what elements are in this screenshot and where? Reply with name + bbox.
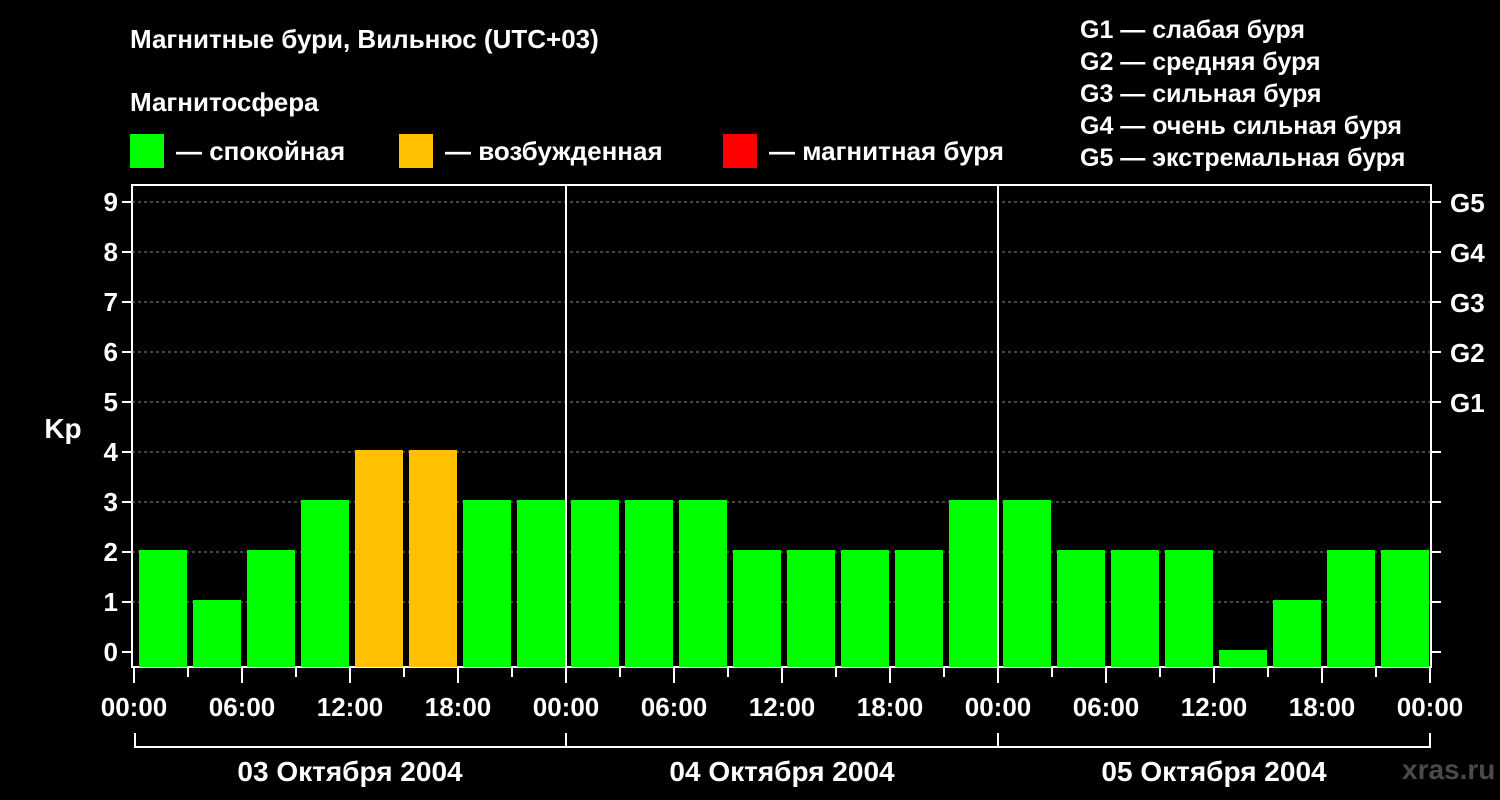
storm-level-axis-label: G5 [1450, 188, 1485, 218]
kp-bar [733, 550, 781, 667]
kp-bar [1111, 550, 1159, 667]
y-tick-label: 6 [104, 337, 118, 367]
kp-bar [247, 550, 295, 667]
kp-bar [679, 500, 727, 667]
y-tick-label: 2 [104, 537, 118, 567]
x-tick-label: 12:00 [1181, 692, 1248, 722]
x-tick-label: 06:00 [641, 692, 708, 722]
day-label: 04 Октября 2004 [669, 756, 895, 787]
kp-bar [193, 600, 241, 667]
storm-level-axis-label: G2 [1450, 338, 1485, 368]
x-tick-label: 00:00 [965, 692, 1032, 722]
kp-bar [1219, 650, 1267, 667]
y-tick-label: 8 [104, 237, 118, 267]
x-tick-label: 06:00 [209, 692, 276, 722]
y-tick-label: 3 [104, 487, 118, 517]
y-tick-label: 5 [104, 387, 118, 417]
kp-bar [895, 550, 943, 667]
y-tick-label: 9 [104, 187, 118, 217]
kp-bar [841, 550, 889, 667]
kp-bar [409, 450, 457, 667]
x-tick-label: 12:00 [317, 692, 384, 722]
watermark: xras.ru [1402, 754, 1496, 785]
y-tick-label: 0 [104, 637, 118, 667]
day-label: 05 Октября 2004 [1101, 756, 1327, 787]
kp-bar [301, 500, 349, 667]
y-tick-label: 1 [104, 587, 118, 617]
kp-bar [571, 500, 619, 667]
kp-bar [1381, 550, 1429, 667]
kp-bar [1273, 600, 1321, 667]
x-tick-label: 00:00 [101, 692, 168, 722]
x-tick-label: 12:00 [749, 692, 816, 722]
x-tick-label: 18:00 [1289, 692, 1356, 722]
kp-bar [1327, 550, 1375, 667]
kp-bar [517, 500, 565, 667]
storm-level-axis-label: G1 [1450, 388, 1485, 418]
kp-bar [139, 550, 187, 667]
storm-level-axis-label: G3 [1450, 288, 1485, 318]
y-axis-label: Kp [44, 413, 81, 444]
kp-bar [625, 500, 673, 667]
storm-level-axis-label: G4 [1450, 238, 1485, 268]
day-label: 03 Октября 2004 [237, 756, 463, 787]
kp-bar [1003, 500, 1051, 667]
y-tick-label: 7 [104, 287, 118, 317]
y-tick-label: 4 [104, 437, 119, 467]
kp-bar [355, 450, 403, 667]
x-tick-label: 18:00 [857, 692, 924, 722]
kp-bar [787, 550, 835, 667]
kp-bar [463, 500, 511, 667]
kp-bar [1165, 550, 1213, 667]
kp-bar [1057, 550, 1105, 667]
x-tick-label: 00:00 [1397, 692, 1464, 722]
x-tick-label: 00:00 [533, 692, 600, 722]
kp-bar [949, 500, 997, 667]
x-tick-label: 06:00 [1073, 692, 1140, 722]
kp-bar-chart: 0 1 2 3 4 5 6 7 8 9 Kp G1 G2 G3 G4 G5 00:00 06:00 12:00 18:… [44, 184, 1485, 787]
x-tick-label: 18:00 [425, 692, 492, 722]
